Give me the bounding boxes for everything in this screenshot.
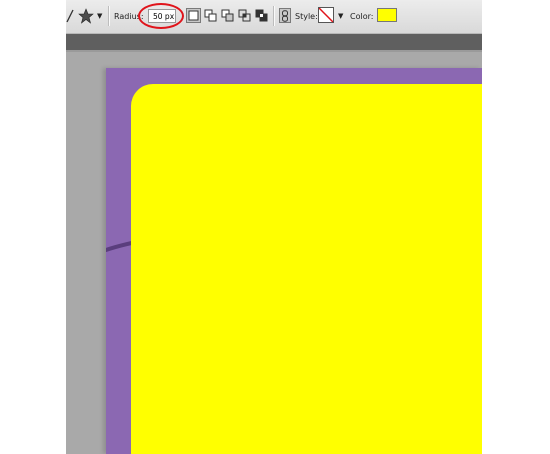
shape-picker-caret[interactable]: ▼ — [97, 8, 102, 24]
style-picker-caret[interactable]: ▼ — [338, 8, 343, 24]
tool-options-bar: ▼ Radius: 50 px Style: ▼ Color: — [66, 0, 482, 34]
style-label: Style: — [295, 11, 318, 21]
add-shape-mode-icon[interactable] — [203, 8, 218, 23]
exclude-shape-mode-icon[interactable] — [254, 8, 269, 23]
link-layer-style-icon[interactable] — [279, 8, 291, 23]
divider — [108, 6, 110, 26]
highlight-circle-annotation — [138, 3, 184, 29]
custom-shape-icon[interactable] — [78, 8, 94, 24]
divider — [273, 6, 275, 26]
no-style-icon[interactable] — [318, 7, 334, 23]
tab-strip-border — [66, 50, 482, 52]
color-label: Color: — [350, 11, 374, 21]
document-tab-strip — [66, 34, 482, 50]
rounded-rectangle-shape[interactable] — [131, 84, 482, 454]
document-canvas[interactable] — [106, 68, 482, 454]
photoshop-window: ▼ Radius: 50 px Style: ▼ Color: — [66, 0, 482, 454]
fill-color-swatch[interactable] — [377, 8, 397, 22]
line-tool-icon[interactable] — [66, 9, 74, 23]
new-layer-mode-icon[interactable] — [186, 8, 201, 23]
subtract-shape-mode-icon[interactable] — [220, 8, 235, 23]
intersect-shape-mode-icon[interactable] — [237, 8, 252, 23]
